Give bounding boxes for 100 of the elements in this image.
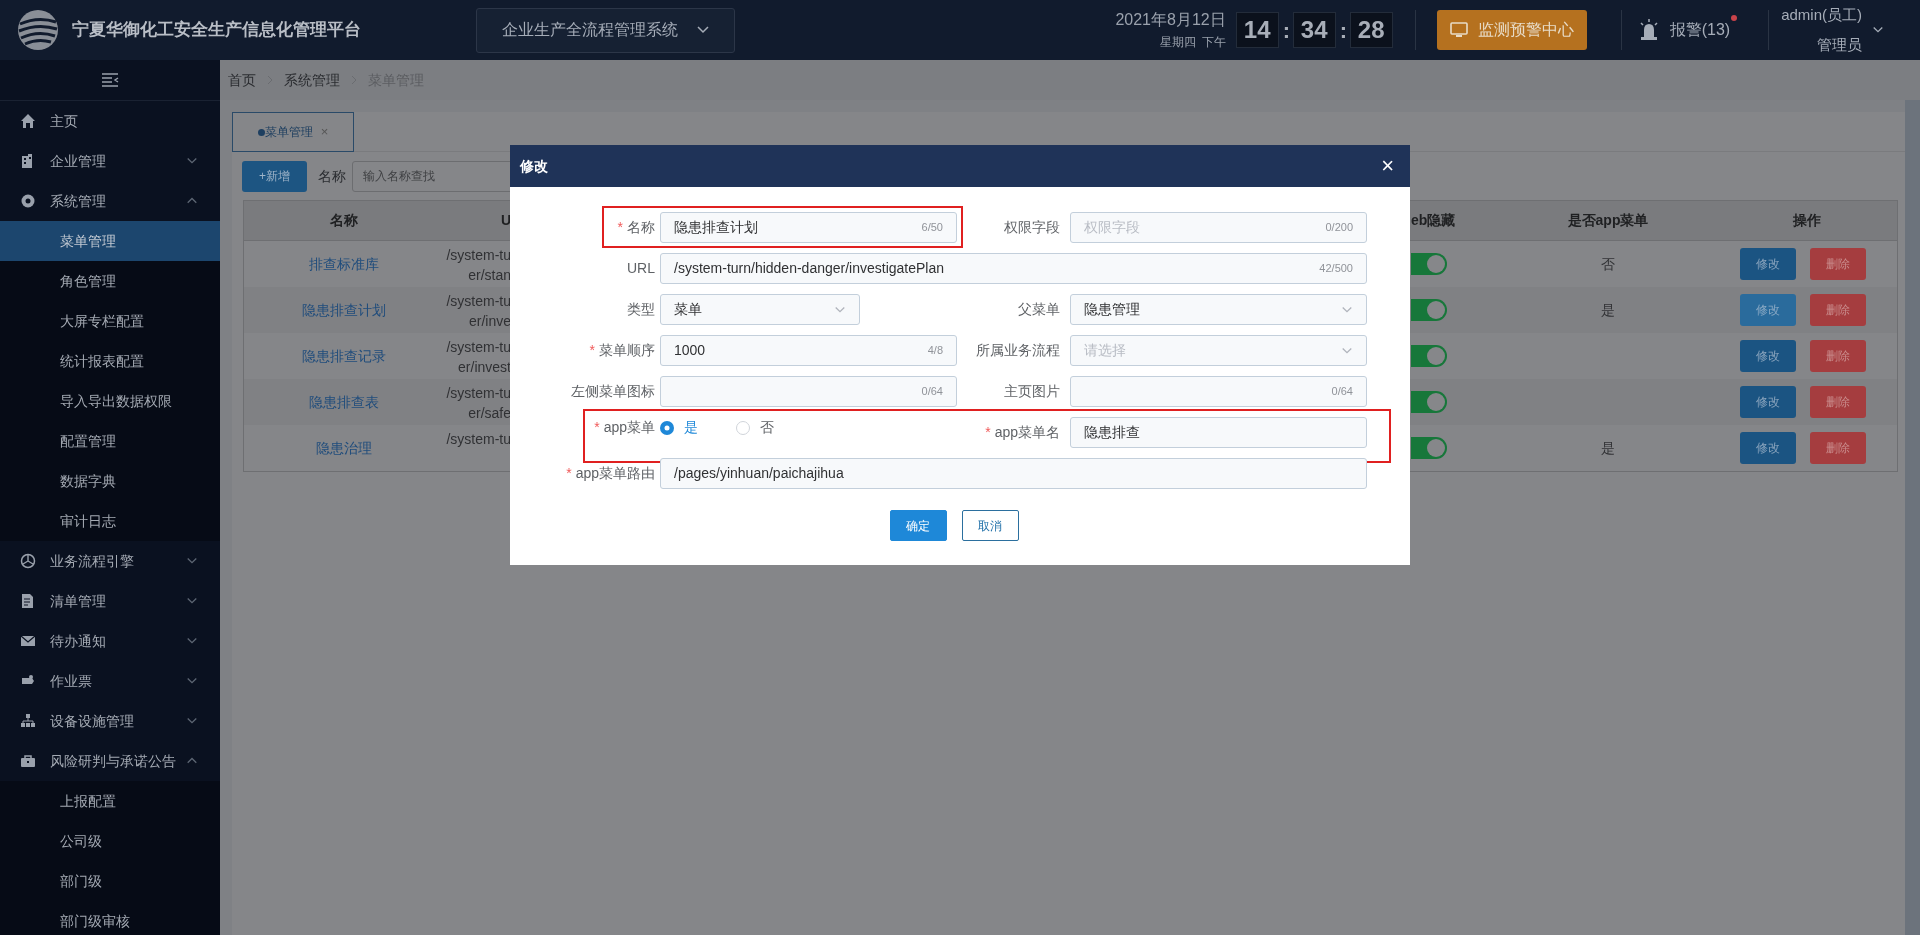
submenu-item[interactable]: 统计报表配置 xyxy=(0,341,220,381)
alarm-link[interactable]: 报警(13) xyxy=(1669,18,1731,42)
system-select[interactable]: 企业生产全流程管理系统 xyxy=(476,7,735,53)
pie-chart-icon xyxy=(20,553,36,569)
field-label: URL xyxy=(627,260,655,276)
clock-digits: 28 xyxy=(1349,12,1393,48)
app-title: 宁夏华御化工安全生产信息化管理平台 xyxy=(72,19,362,42)
table-cell-text: 是 xyxy=(1600,300,1616,320)
submenu-item[interactable]: 部门级审核 xyxy=(0,901,220,935)
envelope-icon xyxy=(20,633,36,649)
field-label: 主页图片 xyxy=(1004,383,1060,399)
table-cell-text: er/inve xyxy=(468,312,511,331)
submenu-item[interactable]: 审计日志 xyxy=(0,501,220,541)
submenu-item[interactable]: 上报配置 xyxy=(0,781,220,821)
radio-option[interactable]: 是 xyxy=(660,417,698,438)
hierarchy-icon xyxy=(20,713,36,729)
sidebar-item[interactable]: 业务流程引擎 xyxy=(0,541,220,581)
active-dot-icon xyxy=(257,128,265,136)
toggle-switch[interactable] xyxy=(1411,345,1447,367)
submenu-item[interactable]: 公司级 xyxy=(0,821,220,861)
sidebar-item[interactable]: 企业管理 xyxy=(0,141,220,181)
cancel-button[interactable]: 取消 xyxy=(961,510,1019,541)
char-counter: 42/500 xyxy=(1319,261,1353,277)
search-label: 名称 xyxy=(318,166,346,186)
input-field[interactable]: /pages/yinhuan/paichajihua xyxy=(660,458,1367,489)
close-button[interactable]: × xyxy=(1381,155,1394,177)
field-label: * 菜单顺序 xyxy=(589,342,655,358)
submenu-item[interactable]: 菜单管理 xyxy=(0,221,220,261)
clock-separator: : xyxy=(1282,16,1289,45)
field-label: 所属业务流程 xyxy=(976,342,1060,358)
user-name[interactable]: admin(员工) xyxy=(1781,5,1862,25)
char-counter: 6/50 xyxy=(921,220,943,236)
input-field[interactable]: 隐患排查计划 6/50 xyxy=(660,212,957,243)
table-cell-text: er/stan xyxy=(468,266,511,285)
menu-collapse-icon xyxy=(101,73,119,87)
sidebar-item[interactable]: 系统管理 xyxy=(0,181,220,221)
sidebar-item[interactable]: 设备设施管理 xyxy=(0,701,220,741)
column-header: 是否app菜单 xyxy=(1566,211,1650,230)
table-cell-text: 是 xyxy=(1600,438,1616,458)
column-header: U xyxy=(499,211,511,230)
table-cell-text: /system-tu xyxy=(446,292,511,311)
field-label: 类型 xyxy=(627,301,655,317)
alarm-icon xyxy=(1637,19,1660,41)
table-cell-text: er/safe xyxy=(468,404,511,423)
toggle-switch[interactable] xyxy=(1411,299,1447,321)
weekday-text: 星期四 xyxy=(1159,33,1196,51)
radio-option[interactable]: 否 xyxy=(736,417,774,438)
toggle-switch[interactable] xyxy=(1411,253,1447,275)
clock-digits: 34 xyxy=(1292,12,1336,48)
sidebar-item[interactable]: 主页 xyxy=(0,101,220,141)
table-cell-text: /system-tu xyxy=(446,246,511,265)
toggle-switch[interactable] xyxy=(1411,437,1447,459)
submenu-item[interactable]: 角色管理 xyxy=(0,261,220,301)
breadcrumb-item[interactable]: 系统管理 xyxy=(284,69,340,91)
field-label: * app菜单 xyxy=(594,419,655,435)
sidebar-item[interactable]: 待办通知 xyxy=(0,621,220,661)
add-button[interactable]: +新增 xyxy=(242,160,307,192)
field-label: * 名称 xyxy=(617,219,655,235)
submenu-item[interactable]: 导入导出数据权限 xyxy=(0,381,220,421)
table-cell-text: /system-tu xyxy=(446,338,511,357)
document-icon xyxy=(20,593,36,609)
char-counter: 0/64 xyxy=(1331,384,1353,400)
table-cell-text: 否 xyxy=(1600,254,1616,274)
input-field[interactable]: 隐患排查 xyxy=(1070,417,1367,448)
field-label: * app菜单名 xyxy=(985,424,1060,440)
char-counter: 4/8 xyxy=(927,343,943,359)
gear-icon xyxy=(20,193,36,209)
scrollbar[interactable] xyxy=(1905,100,1920,935)
table-cell-text: /system-tu xyxy=(446,430,511,449)
select-field[interactable]: 隐患管理 xyxy=(1070,294,1367,325)
home-icon xyxy=(20,113,36,129)
char-counter: 0/200 xyxy=(1325,220,1353,236)
table-cell-text: /system-tu xyxy=(446,384,511,403)
monitor-icon xyxy=(1449,22,1468,38)
toggle-switch[interactable] xyxy=(1411,391,1447,413)
sidebar-item[interactable]: 清单管理 xyxy=(0,581,220,621)
column-header: 名称 xyxy=(329,211,359,230)
field-label: * app菜单路由 xyxy=(566,465,655,481)
column-header: eb隐藏 xyxy=(1411,211,1457,230)
field-label: 左侧菜单图标 xyxy=(571,383,655,399)
input-field[interactable]: /system-turn/hidden-danger/investigatePlan 42/500 xyxy=(660,253,1367,284)
confirm-button[interactable]: 确定 xyxy=(889,510,947,541)
logo-icon xyxy=(16,8,60,52)
table-cell-text: er/invest xyxy=(458,358,511,377)
user-role: 管理员 xyxy=(1817,35,1862,55)
breadcrumb-item[interactable]: 首页 xyxy=(228,69,256,91)
submenu-item[interactable]: 部门级 xyxy=(0,861,220,901)
briefcase-icon xyxy=(20,753,36,769)
submenu-item[interactable]: 大屏专栏配置 xyxy=(0,301,220,341)
submenu-item[interactable]: 数据字典 xyxy=(0,461,220,501)
clock-separator: : xyxy=(1339,16,1346,45)
field-label: 权限字段 xyxy=(1004,219,1060,235)
sidebar-item[interactable]: 作业票 xyxy=(0,661,220,701)
input-field[interactable]: 1000 4/8 xyxy=(660,335,957,366)
sidebar-item[interactable]: 风险研判与承诺公告 xyxy=(0,741,220,781)
date-text: 2021年8月12日 xyxy=(1115,9,1226,30)
column-header: 操作 xyxy=(1791,211,1822,230)
select-field[interactable]: 菜单 xyxy=(660,294,860,325)
char-counter: 0/64 xyxy=(921,384,943,400)
submenu-item[interactable]: 配置管理 xyxy=(0,421,220,461)
